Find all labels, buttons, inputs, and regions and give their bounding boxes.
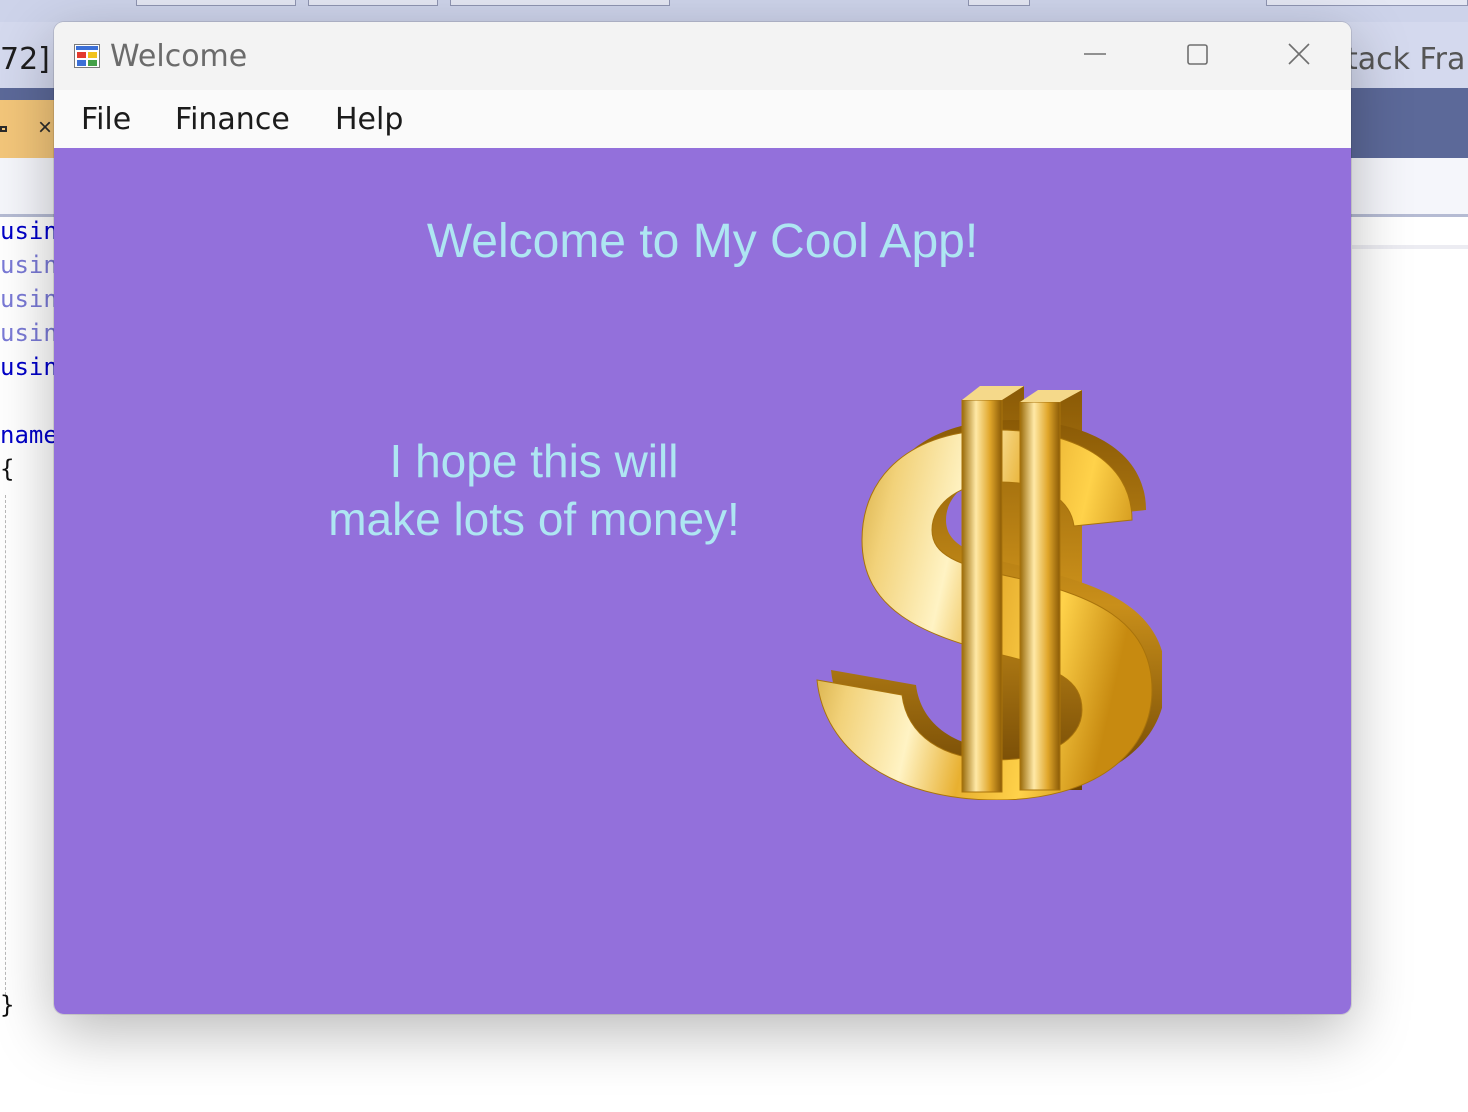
- close-button[interactable]: [1248, 22, 1348, 90]
- welcome-window: Welcome File Finance Help Welcome to My …: [54, 22, 1351, 1014]
- indent-guide: [5, 495, 6, 995]
- maximize-button[interactable]: [1148, 22, 1248, 90]
- ide-tab-stub[interactable]: [450, 0, 670, 6]
- close-icon: [1288, 43, 1310, 65]
- menu-item-finance[interactable]: Finance: [175, 102, 290, 137]
- code-line: usin: [0, 251, 58, 279]
- code-line: name: [0, 421, 58, 449]
- winforms-app-icon: [74, 44, 100, 68]
- tagline-line-1: I hope this will: [389, 435, 679, 487]
- minimize-button[interactable]: [1049, 22, 1149, 90]
- code-line: usin: [0, 285, 58, 313]
- form-client-area: Welcome to My Cool App! I hope this will…: [54, 148, 1351, 1014]
- ide-tab-stub[interactable]: [308, 0, 438, 6]
- ide-tab-stub[interactable]: [1266, 0, 1468, 6]
- menu-item-file[interactable]: File: [81, 102, 131, 137]
- menu-item-help[interactable]: Help: [335, 102, 403, 137]
- editor-ruler: [1352, 245, 1468, 249]
- close-tab-icon[interactable]: ×: [38, 114, 52, 142]
- tagline-line-2: make lots of money!: [328, 493, 740, 545]
- maximize-icon: [1187, 44, 1208, 65]
- title-bar[interactable]: Welcome: [54, 22, 1351, 90]
- minimize-icon: [1084, 53, 1106, 55]
- window-title: Welcome: [110, 39, 248, 74]
- ide-top-tab-strip: [0, 0, 1468, 22]
- code-line: {: [0, 455, 15, 483]
- tagline: I hope this will make lots of money!: [324, 432, 744, 548]
- code-line: }: [0, 991, 15, 1019]
- menu-bar: File Finance Help: [54, 90, 1351, 148]
- ide-tab-stub[interactable]: [968, 0, 1030, 6]
- code-line: usin: [0, 217, 58, 245]
- ide-title-right-text: tack Fran: [1346, 42, 1468, 77]
- ide-tab-stub[interactable]: [136, 0, 296, 6]
- welcome-heading: Welcome to My Cool App!: [426, 215, 979, 268]
- pin-icon[interactable]: [0, 126, 7, 132]
- code-line: usin: [0, 353, 58, 381]
- gold-dollar-sign-icon: [802, 380, 1166, 801]
- code-line: usin: [0, 319, 58, 347]
